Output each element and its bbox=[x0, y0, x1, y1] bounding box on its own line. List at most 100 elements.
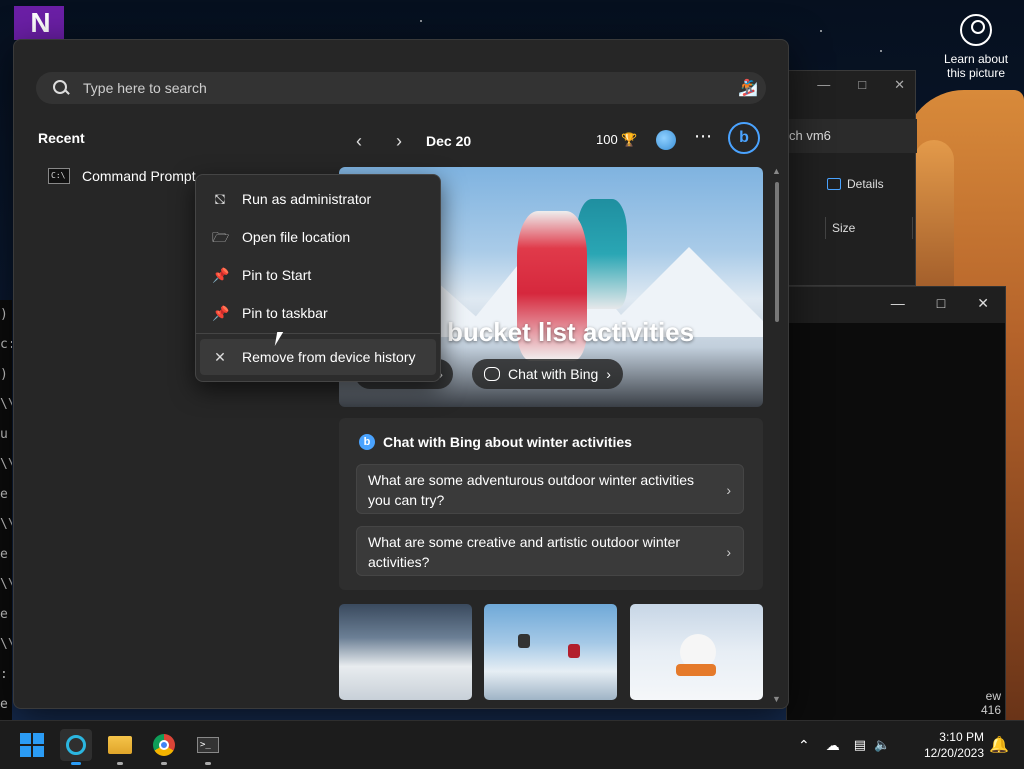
chevron-up-icon[interactable]: ⌃ bbox=[798, 737, 810, 754]
terminal-edge-line2: 416 bbox=[980, 703, 1001, 717]
terminal-button[interactable]: >_ bbox=[192, 729, 224, 765]
details-label: Details bbox=[847, 177, 884, 191]
chat-question[interactable]: What are some adventurous outdoor winter… bbox=[356, 464, 744, 514]
star bbox=[880, 50, 882, 52]
clock-date: 12/20/2023 bbox=[923, 746, 984, 760]
shield-icon: ⛞ bbox=[214, 191, 226, 207]
volume-icon[interactable]: 🔈 bbox=[874, 737, 890, 753]
size-column-header[interactable]: Size bbox=[825, 217, 913, 239]
scroll-down-icon[interactable]: ▼ bbox=[772, 694, 781, 704]
chevron-right-icon: › bbox=[726, 482, 731, 498]
start-button[interactable] bbox=[16, 729, 48, 761]
onedrive-icon[interactable]: ☁ bbox=[826, 737, 840, 754]
bing-button[interactable]: b bbox=[728, 122, 760, 154]
question-text: What are some adventurous outdoor winter… bbox=[368, 472, 695, 508]
hero-title: bucket list activities bbox=[447, 317, 695, 347]
chat-icon bbox=[484, 367, 500, 381]
running-indicator bbox=[117, 762, 123, 765]
pin-icon: 📌 bbox=[212, 305, 230, 321]
terminal-line: ) bbox=[0, 367, 8, 382]
terminal-line: \\ bbox=[0, 577, 12, 592]
chevron-right-icon[interactable]: › bbox=[384, 131, 414, 152]
search-icon bbox=[66, 735, 86, 755]
clock-time: 3:10 PM bbox=[939, 730, 984, 744]
menu-separator bbox=[196, 333, 440, 334]
pin-icon: 📌 bbox=[212, 267, 230, 283]
app-logo[interactable]: N bbox=[14, 6, 64, 40]
command-prompt-icon: C:\ bbox=[48, 168, 70, 184]
terminal-line: \\ bbox=[0, 457, 12, 472]
minimize-icon[interactable]: — bbox=[817, 77, 830, 93]
bing-chat-card: b Chat with Bing about winter activities… bbox=[339, 418, 763, 590]
details-icon bbox=[827, 178, 841, 190]
camera-icon bbox=[960, 14, 992, 46]
star bbox=[820, 30, 822, 32]
chevron-right-icon: › bbox=[726, 544, 731, 560]
thumbnail-gondola[interactable] bbox=[484, 604, 617, 700]
thumbnail-ice-rink[interactable] bbox=[339, 604, 472, 700]
bing-icon: b bbox=[359, 434, 375, 450]
search-icon bbox=[53, 80, 69, 96]
menu-item-label: Remove from device history bbox=[242, 349, 416, 365]
size-header-label: Size bbox=[832, 221, 856, 235]
maximize-icon[interactable]: □ bbox=[937, 295, 945, 312]
scrollbar[interactable]: ▲ ▼ bbox=[772, 166, 781, 704]
scroll-up-icon[interactable]: ▲ bbox=[772, 166, 781, 176]
terminal-window[interactable]: — □ ✕ ew 416 bbox=[786, 286, 1006, 722]
search-input[interactable] bbox=[81, 79, 685, 97]
chat-question[interactable]: What are some creative and artistic outd… bbox=[356, 526, 744, 576]
running-indicator bbox=[205, 762, 211, 765]
notification-bell-icon[interactable]: 🔔 bbox=[989, 735, 1009, 755]
file-explorer-window[interactable]: — □ ✕ ch vm6 Details Size bbox=[786, 70, 917, 286]
terminal-line: e bbox=[0, 487, 8, 502]
terminal-edge-text: ew 416 bbox=[981, 689, 1001, 717]
terminal-line: e bbox=[0, 697, 8, 712]
search-button[interactable] bbox=[60, 729, 92, 765]
thumbnail-snowman[interactable] bbox=[630, 604, 763, 700]
terminal-window-left[interactable]: )c:)\\u\\e\\e\\e\\:e\U3CLD\VIIC bbox=[0, 300, 12, 720]
menu-item-run-as-admin[interactable]: ⛞ Run as administrator bbox=[200, 181, 436, 217]
menu-item-label: Pin to taskbar bbox=[242, 305, 328, 321]
learn-about-picture[interactable]: Learn about this picture bbox=[936, 12, 1016, 80]
menu-item-open-file-location[interactable]: 🗁 Open file location bbox=[200, 219, 436, 255]
chrome-button[interactable] bbox=[148, 729, 180, 765]
recent-item-command-prompt[interactable]: C:\ Command Prompt bbox=[48, 168, 196, 184]
details-button[interactable]: Details bbox=[827, 177, 884, 191]
menu-item-label: Open file location bbox=[242, 229, 351, 245]
network-icon[interactable]: ▤ bbox=[854, 737, 866, 753]
close-icon[interactable]: ✕ bbox=[977, 295, 989, 312]
menu-item-remove-history[interactable]: ✕ Remove from device history bbox=[200, 339, 436, 375]
minimize-icon[interactable]: — bbox=[891, 295, 905, 312]
explorer-search-field[interactable]: ch vm6 bbox=[787, 119, 917, 153]
more-options-icon[interactable]: ⋯ bbox=[694, 126, 713, 147]
snowman-scarf bbox=[676, 664, 716, 676]
clock[interactable]: 3:10 PM 12/20/2023 bbox=[912, 729, 984, 761]
chat-with-bing-chip[interactable]: Chat with Bing › bbox=[472, 359, 623, 389]
terminal-titlebar[interactable]: — □ ✕ bbox=[787, 287, 1005, 323]
star bbox=[420, 20, 422, 22]
file-explorer-icon bbox=[108, 736, 132, 754]
date-label: Dec 20 bbox=[426, 133, 472, 149]
file-explorer-button[interactable] bbox=[104, 729, 136, 765]
window-controls: — □ ✕ bbox=[891, 295, 989, 312]
folder-icon: 🗁 bbox=[212, 229, 230, 245]
start-search-box[interactable]: 🏂 bbox=[36, 72, 766, 104]
terminal-line: e bbox=[0, 607, 8, 622]
question-text: What are some creative and artistic outd… bbox=[368, 534, 681, 570]
avatar[interactable] bbox=[656, 130, 676, 150]
menu-item-label: Run as administrator bbox=[242, 191, 372, 207]
menu-item-pin-to-taskbar[interactable]: 📌 Pin to taskbar bbox=[200, 295, 436, 331]
terminal-edge-line1: ew bbox=[985, 689, 1001, 703]
chevron-left-icon[interactable]: ‹ bbox=[344, 131, 374, 152]
terminal-line: \\ bbox=[0, 517, 12, 532]
terminal-line: e bbox=[0, 547, 8, 562]
menu-item-pin-to-start[interactable]: 📌 Pin to Start bbox=[200, 257, 436, 293]
maximize-icon[interactable]: □ bbox=[858, 77, 866, 93]
close-icon[interactable]: ✕ bbox=[894, 77, 905, 93]
taskbar: >_ ⌃ ☁ ▤ 🔈 3:10 PM 12/20/2023 🔔 bbox=[0, 720, 1024, 769]
learn-picture-line2: this picture bbox=[946, 66, 1006, 80]
explorer-search-text: ch vm6 bbox=[789, 128, 831, 143]
rewards-points[interactable]: 100 🏆 bbox=[596, 132, 638, 148]
snowboard-icon[interactable]: 🏂 bbox=[738, 78, 758, 98]
scrollbar-thumb[interactable] bbox=[775, 182, 779, 322]
